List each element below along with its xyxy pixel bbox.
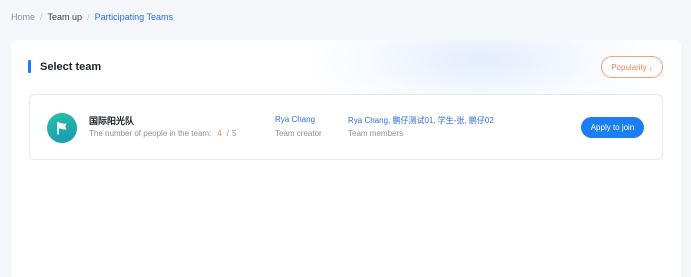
count-label: The number of people in the team:: [89, 129, 212, 138]
count-max: 5: [231, 129, 237, 138]
flag-icon: [57, 121, 67, 135]
title-accent-bar: [28, 60, 31, 73]
panel-title: Select team: [40, 60, 102, 73]
panel-header: Select team: [28, 60, 101, 73]
count-current: 4: [217, 129, 222, 138]
breadcrumb: Home / Team up / Participating Teams: [11, 11, 173, 23]
select-team-panel: Select team Popularity ↓ 国际阳光队 The numbe…: [11, 40, 681, 277]
sort-label: Popularity: [611, 62, 647, 72]
popularity-sort-button[interactable]: Popularity ↓: [601, 56, 663, 78]
team-member-count: The number of people in the team: 4 / 5: [89, 129, 236, 138]
breadcrumb-current: Participating Teams: [94, 12, 173, 22]
team-members-label: Team members: [348, 129, 404, 138]
team-card: 国际阳光队 The number of people in the team: …: [29, 94, 663, 160]
breadcrumb-home[interactable]: Home: [11, 11, 35, 23]
breadcrumb-team-up[interactable]: Team up: [48, 11, 83, 23]
apply-to-join-button[interactable]: Apply to join: [581, 117, 644, 138]
team-avatar: [47, 113, 77, 143]
team-name: 国际阳光队: [89, 116, 135, 126]
team-creator-name[interactable]: Rya Chang: [275, 115, 315, 124]
breadcrumb-separator: /: [40, 12, 43, 22]
count-separator: /: [226, 129, 229, 138]
breadcrumb-separator: /: [87, 12, 90, 22]
team-creator-label: Team creator: [275, 129, 322, 138]
arrow-down-icon: ↓: [648, 62, 653, 72]
team-members-list[interactable]: Rya Chang, 鹏仔测试01, 学生-张, 鹏仔02: [348, 115, 494, 126]
